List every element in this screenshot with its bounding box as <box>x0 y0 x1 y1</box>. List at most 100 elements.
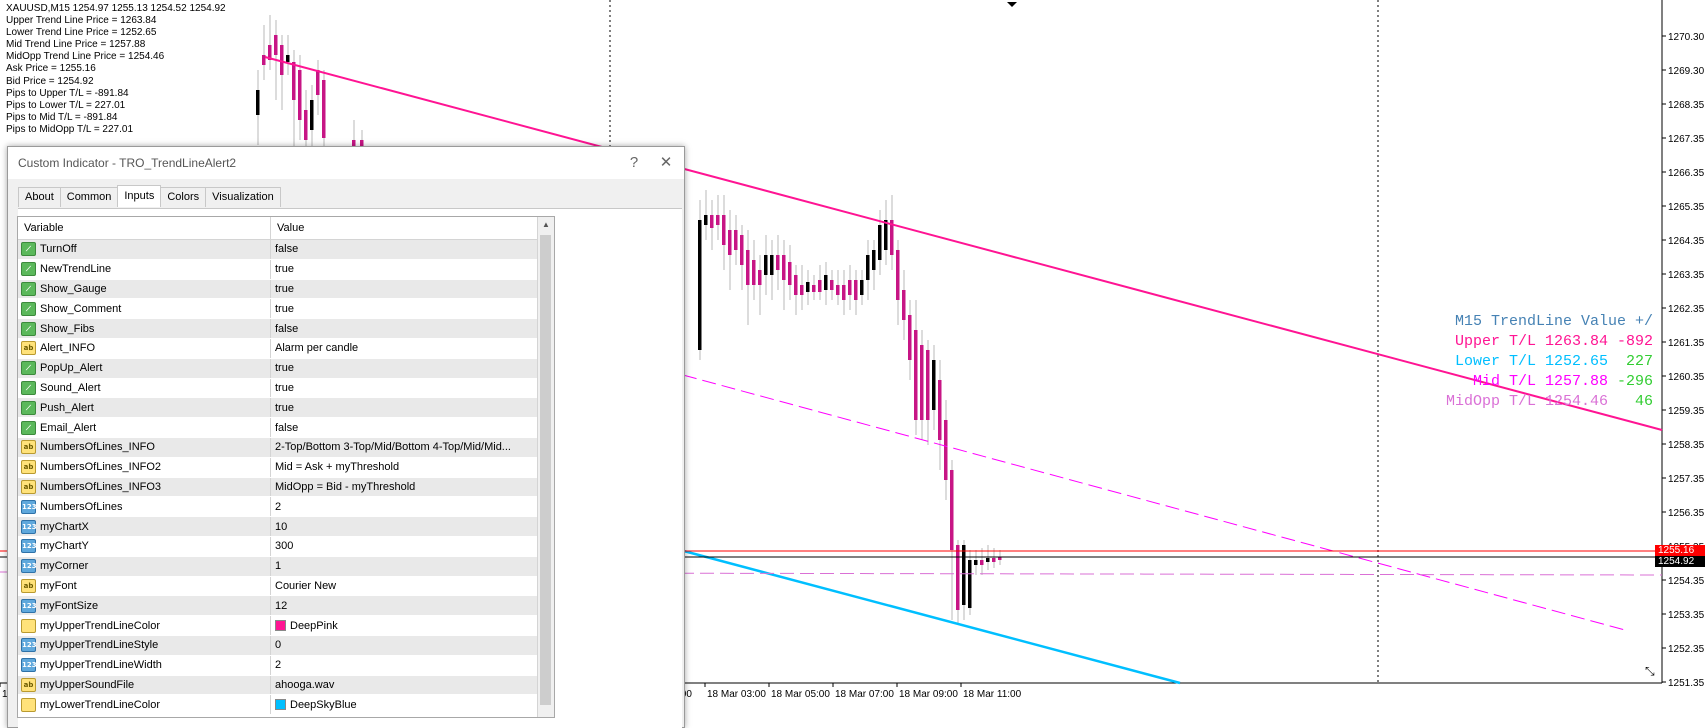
candle-body <box>866 255 870 280</box>
input-row[interactable]: ab myFont Courier New <box>18 576 554 597</box>
input-variable-name: Show_Fibs <box>40 322 95 335</box>
input-row[interactable]: myLowerTrendLineColor DeepSkyBlue <box>18 695 554 716</box>
price-tick-label: 1266.35 <box>1668 168 1705 179</box>
info-line: Pips to Mid T/L = -891.84 <box>6 111 118 123</box>
input-row[interactable]: ab myUpperSoundFile ahooga.wav <box>18 675 554 696</box>
autoscroll-icon[interactable]: ⤡ <box>1645 664 1655 678</box>
input-value-cell[interactable]: false <box>271 243 527 255</box>
input-row[interactable]: ⟋ PopUp_Alert true <box>18 358 554 379</box>
input-value-cell[interactable]: true <box>271 303 527 315</box>
input-value: 10 <box>275 520 288 533</box>
column-header-variable[interactable]: Variable <box>18 217 271 239</box>
input-variable-cell: ⟋ PopUp_Alert <box>18 358 271 378</box>
input-row[interactable]: ⟋ NewTrendLine true <box>18 259 554 280</box>
input-row[interactable]: 123 myUpperTrendLineStyle 0 <box>18 635 554 656</box>
input-value-cell[interactable]: MidOpp = Bid - myThreshold <box>271 481 527 493</box>
inputs-scrollbar[interactable]: ▲ <box>537 217 554 717</box>
input-row[interactable]: ⟋ Sound_Alert true <box>18 378 554 399</box>
bool-type-icon: ⟋ <box>21 380 36 395</box>
tab-visualization[interactable]: Visualization <box>205 187 281 207</box>
tab-inputs[interactable]: Inputs <box>117 185 162 207</box>
input-variable-cell: ab Alert_INFO <box>18 338 271 358</box>
int-type-icon: 123 <box>21 658 37 673</box>
input-row[interactable]: 123 myFontSize 12 <box>18 596 554 617</box>
input-value-cell[interactable]: ahooga.wav <box>271 679 527 691</box>
help-button[interactable]: ? <box>624 153 644 173</box>
input-row[interactable]: ⟋ TurnOff false <box>18 240 554 260</box>
input-value-cell[interactable]: true <box>271 382 527 394</box>
input-value-cell[interactable]: Alarm per candle <box>271 342 527 354</box>
input-row[interactable]: ⟋ Email_Alert false <box>18 418 554 438</box>
input-value-cell[interactable]: 2 <box>271 501 527 513</box>
candle-body <box>256 90 260 115</box>
input-value-cell[interactable]: 0 <box>271 639 527 651</box>
input-value-cell[interactable]: Mid = Ask + myThreshold <box>271 461 527 473</box>
input-value: true <box>275 263 294 276</box>
input-row[interactable]: ⟋ Show_Fibs false <box>18 319 554 339</box>
input-value-cell[interactable]: 10 <box>271 521 527 533</box>
input-row[interactable]: 123 myChartX 10 <box>18 517 554 537</box>
input-value-cell[interactable]: 12 <box>271 600 527 612</box>
input-value: 12 <box>275 599 288 612</box>
input-row[interactable]: myUpperTrendLineColor DeepPink <box>18 616 554 636</box>
tab-colors[interactable]: Colors <box>160 187 207 207</box>
price-tick-label: 1268.35 <box>1668 100 1705 111</box>
input-value-cell[interactable]: Courier New <box>271 580 527 592</box>
tab-common[interactable]: Common <box>59 187 119 207</box>
candle-body <box>776 255 780 270</box>
input-row[interactable]: ⟋ Show_Gauge true <box>18 279 554 300</box>
candle-body <box>794 275 798 295</box>
input-row[interactable]: ab Alert_INFO Alarm per candle <box>18 338 554 359</box>
inputs-table[interactable]: Variable Value ⟋ TurnOff false ⟋ NewTrendLin… <box>17 216 555 718</box>
dialog-titlebar[interactable]: Custom Indicator - TRO_TrendLineAlert2 ?… <box>8 147 684 179</box>
scroll-thumb[interactable] <box>540 235 551 705</box>
candle-body <box>944 420 948 480</box>
column-header-value[interactable]: Value <box>271 217 527 239</box>
input-value-cell[interactable]: false <box>271 323 527 335</box>
input-row[interactable]: 123 NumbersOfLines 2 <box>18 497 554 518</box>
price-tick-label: 1269.30 <box>1668 66 1705 77</box>
input-value-cell[interactable]: false <box>271 422 527 434</box>
input-value-cell[interactable]: 2 <box>271 659 527 671</box>
candle-body <box>848 280 852 295</box>
input-value-cell[interactable]: true <box>271 362 527 374</box>
input-row[interactable]: 123 myCorner 1 <box>18 556 554 577</box>
int-type-icon: 123 <box>21 638 37 653</box>
close-button[interactable]: ✕ <box>656 153 676 173</box>
candle-body <box>992 558 996 562</box>
input-variable-cell: ⟋ NewTrendLine <box>18 259 271 279</box>
input-value-cell[interactable]: DeepPink <box>271 620 527 632</box>
input-row[interactable]: ab NumbersOfLines_INFO2 Mid = Ask + myThre… <box>18 457 554 478</box>
input-value-cell[interactable]: 2-Top/Bottom 3-Top/Mid/Bottom 4-Top/Mid/… <box>271 441 527 453</box>
candle-body <box>854 280 858 300</box>
candle-body <box>298 70 302 120</box>
input-value-cell[interactable]: true <box>271 402 527 414</box>
input-variable-name: Show_Gauge <box>40 282 107 295</box>
string-type-icon: ab <box>21 440 36 455</box>
input-value: 2 <box>275 500 282 513</box>
price-tick-label: 1263.35 <box>1668 270 1705 281</box>
input-row[interactable]: ab NumbersOfLines_INFO3 MidOpp = Bid - myT… <box>18 477 554 498</box>
candle-body <box>962 545 966 605</box>
candle-body <box>974 560 978 565</box>
input-variable-cell: ab NumbersOfLines_INFO <box>18 437 271 457</box>
input-row[interactable]: ⟋ Push_Alert true <box>18 398 554 419</box>
input-value-cell[interactable]: 1 <box>271 560 527 572</box>
scroll-up-icon[interactable]: ▲ <box>538 217 554 233</box>
tab-about[interactable]: About <box>18 187 61 207</box>
bool-type-icon: ⟋ <box>21 321 36 336</box>
input-row[interactable]: 123 myUpperTrendLineWidth 2 <box>18 655 554 676</box>
trend-panel-label: Upper T/L 1263.84 <box>1454 333 1608 350</box>
input-variable-cell: 123 myFontSize <box>18 596 271 616</box>
input-value-cell[interactable]: true <box>271 283 527 295</box>
input-row[interactable]: ⟋ Show_Comment true <box>18 299 554 320</box>
input-value-cell[interactable]: true <box>271 263 527 275</box>
input-row[interactable]: ab NumbersOfLines_INFO 2-Top/Bottom 3-Top/… <box>18 437 554 458</box>
input-row[interactable]: 123 myChartY 300 <box>18 536 554 557</box>
candle-body <box>926 350 930 420</box>
candle-body <box>722 215 726 245</box>
input-value-cell[interactable]: DeepSkyBlue <box>271 699 527 711</box>
time-tick-label: 18 Mar 05:00 <box>771 689 830 700</box>
input-value-cell[interactable]: 300 <box>271 540 527 552</box>
price-tick-label: 1270.30 <box>1668 32 1705 43</box>
